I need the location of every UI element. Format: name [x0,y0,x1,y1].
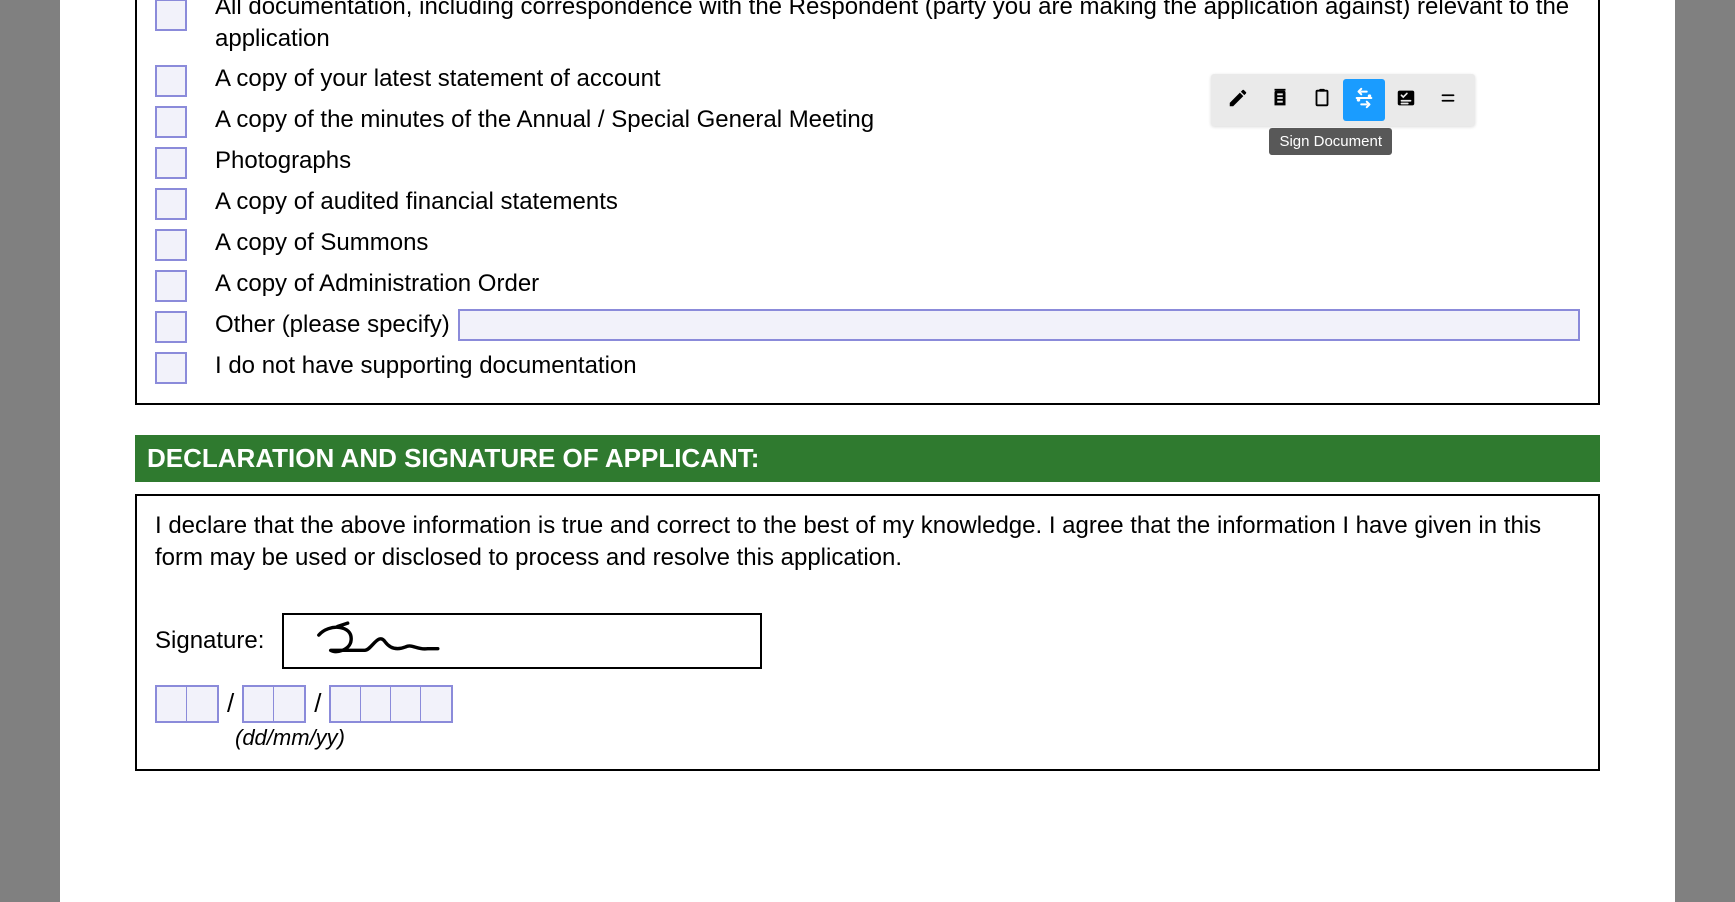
checklist-label: A copy of Summons [215,227,1580,259]
sign-icon [1353,87,1375,114]
checklist-section: All documentation, including corresponde… [135,0,1600,405]
checklist-row: A copy of Summons [155,227,1580,261]
checklist-label: All documentation, including corresponde… [215,0,1580,56]
checklist-label: A copy of Administration Order [215,268,1580,300]
pencil-icon [1227,87,1249,114]
date-separator: / [227,688,234,719]
sign-button[interactable] [1343,79,1385,121]
signature-field[interactable] [282,613,762,669]
edit-button[interactable] [1217,79,1259,121]
checklist-row: A copy of Administration Order [155,268,1580,302]
date-year-input[interactable] [329,685,453,723]
checklist-label: A copy of audited financial statements [215,186,1580,218]
signature-label: Signature: [155,627,264,655]
date-separator: / [314,688,321,719]
declaration-section: I declare that the above information is … [135,494,1600,771]
checklist-icon [1395,87,1417,114]
checkbox[interactable] [155,0,187,31]
clipboard-button[interactable] [1301,79,1343,121]
sign-tooltip: Sign Document [1269,128,1392,155]
document-button[interactable] [1259,79,1301,121]
checkbox[interactable] [155,229,187,261]
checklist-row: A copy of audited financial statements [155,186,1580,220]
checklist-label: Other (please specify) [215,309,450,341]
other-specify-input[interactable] [458,309,1580,341]
date-row: / / [155,685,1580,723]
document-page: All documentation, including corresponde… [60,0,1675,902]
checkbox[interactable] [155,352,187,384]
signature-row: Signature: [155,613,1580,669]
checkbox[interactable] [155,147,187,179]
checkbox[interactable] [155,270,187,302]
checklist-row-other: Other (please specify) [155,309,1580,343]
menu-button[interactable] [1427,79,1469,121]
checkbox[interactable] [155,65,187,97]
date-format-hint: (dd/mm/yy) [235,725,1580,751]
menu-icon [1437,87,1459,114]
checklist-label: I do not have supporting documentation [215,350,1580,382]
signature-image [312,616,482,666]
date-day-input[interactable] [155,685,219,723]
declaration-text: I declare that the above information is … [155,510,1580,575]
checkbox[interactable] [155,106,187,138]
checkbox[interactable] [155,188,187,220]
clipboard-icon [1311,87,1333,114]
document-icon [1269,87,1291,114]
checkbox[interactable] [155,311,187,343]
declaration-header: DECLARATION AND SIGNATURE OF APPLICANT: [135,435,1600,482]
checklist-row: I do not have supporting documentation [155,350,1580,384]
annotation-toolbar [1211,74,1475,126]
checklist-row: All documentation, including corresponde… [155,0,1580,56]
date-month-input[interactable] [242,685,306,723]
checklist-button[interactable] [1385,79,1427,121]
